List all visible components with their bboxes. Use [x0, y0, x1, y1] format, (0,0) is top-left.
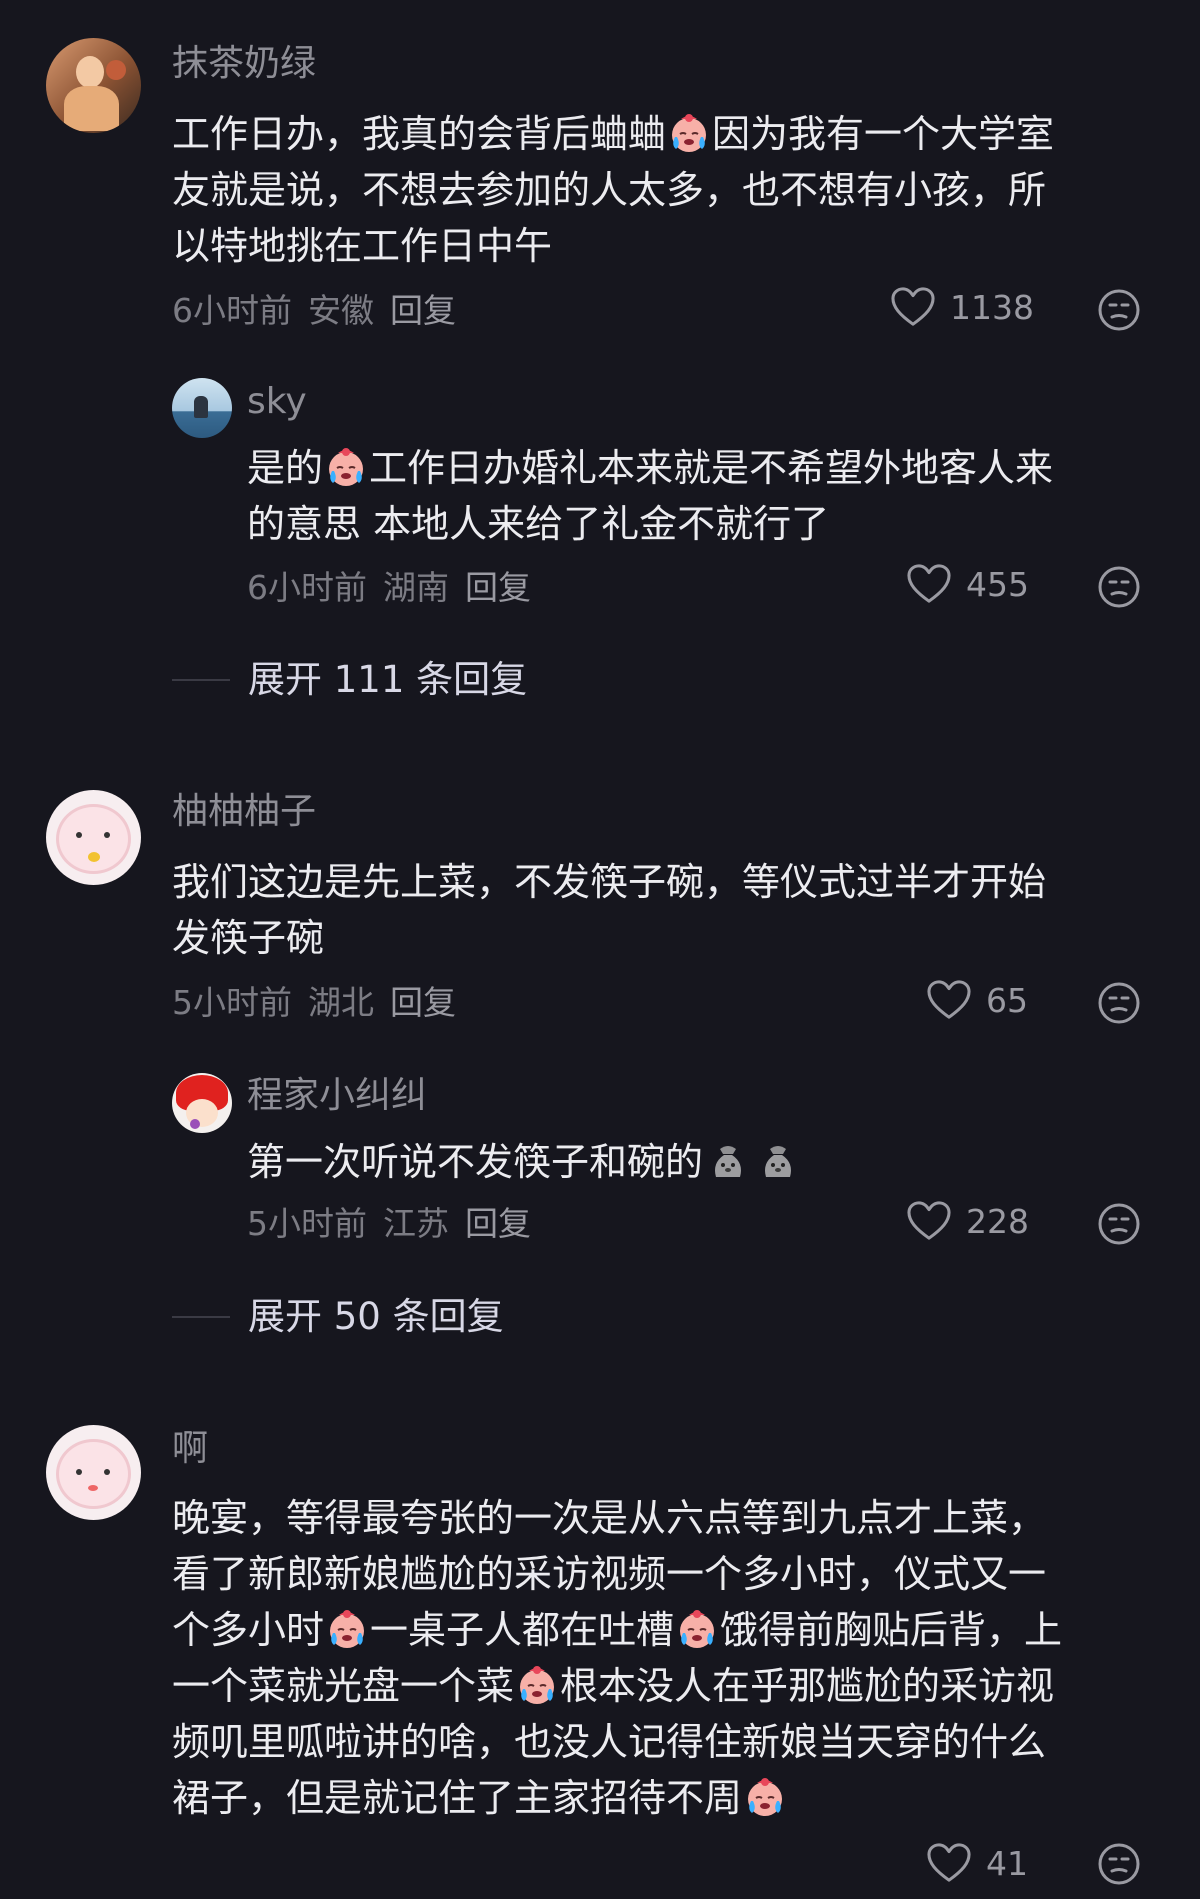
like-count: 228: [966, 1201, 1029, 1241]
like-button[interactable]: 1138: [890, 286, 1034, 328]
timestamp: 5小时前: [172, 983, 292, 1022]
reply-button[interactable]: 回复: [465, 1204, 531, 1243]
like-count: 1138: [950, 287, 1034, 327]
like-button[interactable]: 228: [906, 1200, 1029, 1242]
like-count: 455: [966, 564, 1029, 604]
avatar[interactable]: [46, 38, 141, 133]
location: 江苏: [383, 1204, 449, 1243]
reply-button[interactable]: 回复: [465, 568, 531, 607]
heart-outline-icon: [906, 1200, 952, 1242]
unamused-face-icon[interactable]: [1097, 288, 1141, 332]
heart-outline-icon: [906, 563, 952, 605]
crying-face-emoji: [325, 1607, 369, 1651]
money-bag-emoji: [706, 1139, 750, 1183]
crying-face-emoji: [675, 1607, 719, 1651]
expand-label: 展开 111 条回复: [248, 658, 528, 701]
unamused-face-icon[interactable]: [1097, 1202, 1141, 1246]
divider: [172, 1315, 230, 1318]
username[interactable]: 啊: [172, 1431, 208, 1467]
expand-replies-button[interactable]: 展开 111 条回复: [172, 661, 527, 698]
comment-text: 是的 工作日办婚礼本来就是不希望外地客人来 的意思 本地人来给了礼金不就行了: [247, 445, 1054, 546]
comment-text: 第一次听说不发筷子和碗的: [247, 1134, 803, 1190]
crying-face-emoji: [667, 111, 711, 155]
avatar[interactable]: [46, 1425, 141, 1520]
heart-outline-icon: [890, 286, 936, 328]
divider: [172, 678, 230, 681]
expand-label: 展开 50 条回复: [248, 1295, 504, 1338]
avatar[interactable]: [172, 1073, 232, 1133]
comment-text: 工作日办，我真的会背后蛐蛐 因为我有一个大学室 友就是说，不想去参加的人太多，也不…: [172, 111, 1055, 268]
like-count: 65: [986, 980, 1028, 1020]
like-button[interactable]: 41: [926, 1842, 1028, 1884]
location: 安徽: [308, 291, 374, 330]
like-button[interactable]: 455: [906, 563, 1029, 605]
avatar[interactable]: [172, 378, 232, 438]
reply-button[interactable]: 回复: [390, 291, 456, 330]
timestamp: 6小时前: [247, 568, 367, 607]
reply-button[interactable]: 回复: [390, 983, 456, 1022]
like-button[interactable]: 65: [926, 979, 1028, 1021]
comment-text: 我们这边是先上菜，不发筷子碗，等仪式过半才开始 发筷子碗: [172, 860, 1047, 960]
avatar[interactable]: [46, 790, 141, 885]
comment-meta: 6小时前 安徽 回复: [172, 294, 472, 327]
unamused-face-icon[interactable]: [1097, 565, 1141, 609]
timestamp: 6小时前: [172, 291, 292, 330]
unamused-face-icon[interactable]: [1097, 981, 1141, 1025]
expand-replies-button[interactable]: 展开 50 条回复: [172, 1298, 504, 1335]
username[interactable]: 柚柚柚子: [172, 794, 316, 830]
location: 湖北: [308, 983, 374, 1022]
username[interactable]: sky: [247, 384, 307, 420]
comment-meta: 5小时前 江苏 回复: [247, 1207, 547, 1240]
money-bag-emoji: [756, 1139, 800, 1183]
crying-face-emoji: [324, 445, 368, 489]
username[interactable]: 程家小纠纠: [247, 1078, 427, 1114]
comment-meta: 6小时前 湖南 回复: [247, 571, 547, 604]
crying-face-emoji: [743, 1775, 787, 1819]
heart-outline-icon: [926, 979, 972, 1021]
comment-text: 晚宴，等得最夸张的一次是从六点等到九点才上菜， 看了新郎新娘尴尬的采访视频一个多…: [172, 1496, 1063, 1820]
like-count: 41: [986, 1843, 1028, 1883]
location: 湖南: [383, 568, 449, 607]
unamused-face-icon[interactable]: [1097, 1842, 1141, 1886]
crying-face-emoji: [515, 1663, 559, 1707]
heart-outline-icon: [926, 1842, 972, 1884]
username[interactable]: 抹茶奶绿: [172, 46, 316, 82]
comment-meta: 5小时前 湖北 回复: [172, 986, 472, 1019]
timestamp: 5小时前: [247, 1204, 367, 1243]
